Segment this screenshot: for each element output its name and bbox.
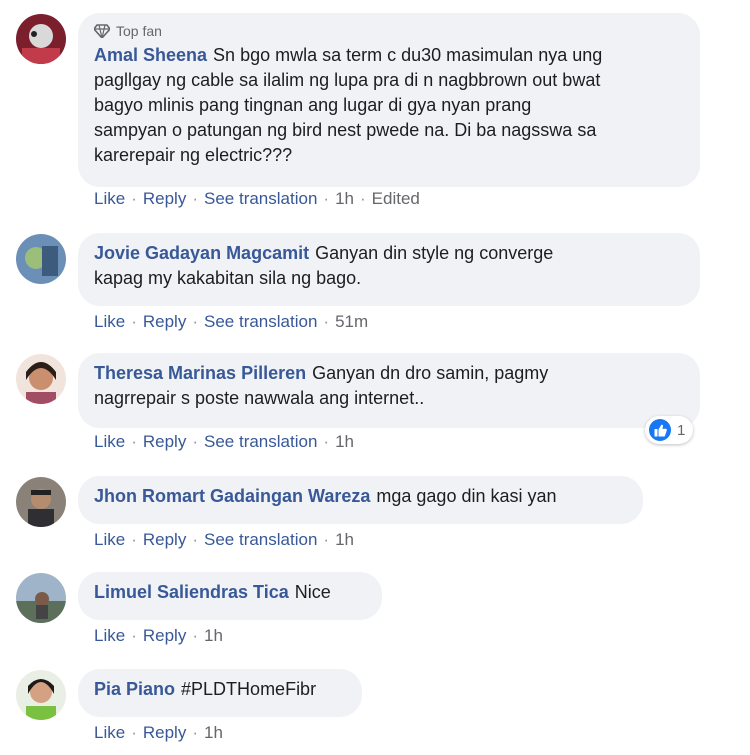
see-translation-link[interactable]: See translation <box>204 312 317 331</box>
timestamp[interactable]: 1h <box>204 723 223 742</box>
see-translation-link[interactable]: See translation <box>204 432 317 451</box>
comment-actions: Like · Reply · See translation · 51m <box>94 312 369 331</box>
see-translation-link[interactable]: See translation <box>204 530 317 549</box>
commenter-name[interactable]: Theresa Marinas Pilleren <box>94 363 306 383</box>
reaction-count-badge[interactable]: 1 <box>645 416 694 444</box>
commenter-name[interactable]: Pia Piano <box>94 679 175 699</box>
badge-label: Top fan <box>116 23 162 39</box>
comment-text: mga gago din kasi yan <box>376 486 557 506</box>
reply-link[interactable]: Reply <box>143 312 186 331</box>
comment-bubble: Jhon Romart Gadaingan Wareza mga gago din… <box>78 476 643 524</box>
comment-bubble: Limuel Saliendras Tica Nice <box>78 572 382 620</box>
timestamp[interactable]: 1h <box>335 530 354 549</box>
edited-label[interactable]: Edited <box>372 189 420 208</box>
timestamp[interactable]: 51m <box>335 312 368 331</box>
commenter-name[interactable]: Limuel Saliendras Tica <box>94 582 289 602</box>
avatar[interactable] <box>16 573 66 623</box>
top-fan-badge: Top fan <box>94 21 684 41</box>
avatar[interactable] <box>16 670 66 720</box>
commenter-name[interactable]: Amal Sheena <box>94 45 207 65</box>
comment-bubble: Top fan Amal Sheena Sn bgo mwla sa term c… <box>78 13 700 187</box>
avatar[interactable] <box>16 477 66 527</box>
like-link[interactable]: Like <box>94 530 125 549</box>
commenter-name[interactable]: Jovie Gadayan Magcamit <box>94 243 309 263</box>
reply-link[interactable]: Reply <box>143 530 186 549</box>
avatar[interactable] <box>16 234 66 284</box>
thumbs-up-icon <box>649 419 671 441</box>
see-translation-link[interactable]: See translation <box>204 189 317 208</box>
like-link[interactable]: Like <box>94 723 125 742</box>
commenter-name[interactable]: Jhon Romart Gadaingan Wareza <box>94 486 370 506</box>
like-link[interactable]: Like <box>94 626 125 645</box>
reply-link[interactable]: Reply <box>143 432 186 451</box>
diamond-icon <box>94 24 110 38</box>
reply-link[interactable]: Reply <box>143 723 186 742</box>
avatar[interactable] <box>16 14 66 64</box>
timestamp[interactable]: 1h <box>335 432 354 451</box>
like-link[interactable]: Like <box>94 189 125 208</box>
like-link[interactable]: Like <box>94 432 125 451</box>
reply-link[interactable]: Reply <box>143 189 186 208</box>
comment-text: #PLDTHomeFibr <box>181 679 317 699</box>
avatar[interactable] <box>16 354 66 404</box>
timestamp[interactable]: 1h <box>335 189 354 208</box>
comment-actions: Like · Reply · See translation · 1h <box>94 432 354 451</box>
comment-bubble: Pia Piano #PLDTHomeFibr <box>78 669 362 717</box>
reply-link[interactable]: Reply <box>143 626 186 645</box>
reaction-count: 1 <box>677 421 686 439</box>
comment-text: Nice <box>294 582 331 602</box>
comment-bubble: Jovie Gadayan Magcamit Ganyan din style n… <box>78 233 700 306</box>
comment-actions: Like · Reply · See translation · 1h · Edited <box>94 189 420 208</box>
comment-bubble: Theresa Marinas Pilleren Ganyan dn dro sa… <box>78 353 700 428</box>
timestamp[interactable]: 1h <box>204 626 223 645</box>
like-link[interactable]: Like <box>94 312 125 331</box>
comment-actions: Like · Reply · 1h <box>94 626 223 645</box>
comment-actions: Like · Reply · See translation · 1h <box>94 530 354 549</box>
comment-actions: Like · Reply · 1h <box>94 723 223 742</box>
